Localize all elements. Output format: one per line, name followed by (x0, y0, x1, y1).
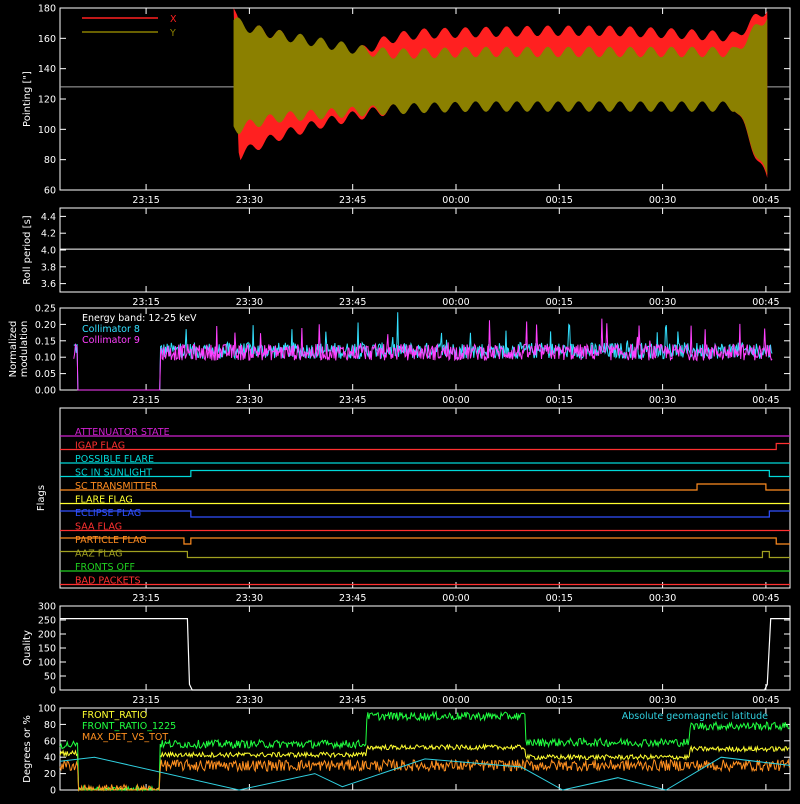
flag-label-sc-transmitter: SC TRANSMITTER (75, 481, 158, 492)
modulation-xtick-label: 00:00 (442, 395, 469, 406)
modulation-ylabel-line2: modulation (19, 321, 30, 378)
modulation-ytick-label: 0.25 (35, 304, 56, 315)
modulation-xtick-label: 00:15 (546, 395, 573, 406)
flag-label-aaz-flag: AAZ FLAG (75, 549, 122, 560)
chart-background (0, 0, 800, 800)
quality-ytick-label: 200 (38, 630, 56, 641)
roll-period-xtick-label: 00:00 (442, 297, 469, 308)
roll-period-ytick-label: 4.0 (41, 246, 56, 257)
modulation-ytick-label: 0.00 (35, 386, 56, 397)
flag-label-flare-flag: FLARE FLAG (75, 495, 133, 506)
flag-label-eclipse-flag: ECLIPSE FLAG (75, 508, 141, 519)
quality-ytick-label: 300 (38, 602, 56, 613)
pointing-ytick-label: 100 (38, 125, 56, 136)
flag-label-fronts-off: FRONTS OFF (75, 562, 135, 573)
quality-ytick-label: 250 (38, 616, 56, 627)
flags-xtick-label: 00:30 (649, 593, 676, 604)
geo-ytick-label: 100 (38, 704, 56, 715)
geo-ytick-label: 60 (44, 736, 56, 747)
pointing-ytick-label: 180 (38, 4, 56, 15)
quality-xtick-label: 23:15 (132, 695, 159, 706)
flags-xtick-label: 00:45 (752, 593, 779, 604)
roll-period-ytick-label: 4.2 (41, 229, 56, 240)
modulation-legend-9: Collimator 9 (82, 335, 140, 346)
geo-legend-front-ratio-1225: FRONT_RATIO_1225 (82, 721, 176, 732)
geo-ytick-label: 40 (44, 753, 56, 764)
pointing-xtick-label: 23:45 (339, 195, 366, 206)
flag-label-attenuator-state: ATTENUATOR STATE (75, 427, 170, 438)
quality-xtick-label: 00:15 (546, 695, 573, 706)
roll-period-ylabel: Roll period [s] (22, 215, 33, 284)
roll-period-xtick-label: 23:15 (132, 297, 159, 308)
quality-ytick-label: 100 (38, 658, 56, 669)
pointing-ytick-label: 60 (44, 186, 56, 197)
quality-ytick-label: 150 (38, 644, 56, 655)
pointing-ytick-label: 120 (38, 95, 56, 106)
flag-label-sc-in-sunlight: SC IN SUNLIGHT (75, 468, 152, 479)
pointing-xtick-label: 00:45 (752, 195, 779, 206)
geo-ytick-label: 80 (44, 720, 56, 731)
roll-period-xtick-label: 00:30 (649, 297, 676, 308)
geo-legend-max-det: MAX_DET_VS_TOT (82, 732, 168, 743)
modulation-ytick-label: 0.05 (35, 369, 56, 380)
geo-legend-front-ratio: FRONT_RATIO (82, 710, 147, 721)
flags-xtick-label: 00:15 (546, 593, 573, 604)
roll-period-xtick-label: 00:45 (752, 297, 779, 308)
flag-label-igap-flag: IGAP FLAG (75, 441, 125, 452)
pointing-ytick-label: 80 (44, 155, 56, 166)
quality-ytick-label: 0 (50, 686, 56, 697)
flag-label-possible-flare: POSSIBLE FLARE (75, 454, 154, 465)
geo-ytick-label: 0 (50, 786, 56, 797)
geo-ylabel: Degrees or % (22, 715, 33, 783)
pointing-xtick-label: 00:30 (649, 195, 676, 206)
flags-xtick-label: 23:15 (132, 593, 159, 604)
modulation-ytick-label: 0.20 (35, 320, 56, 331)
quality-xtick-label: 23:30 (236, 695, 263, 706)
pointing-ytick-label: 160 (38, 34, 56, 45)
modulation-xtick-label: 23:45 (339, 395, 366, 406)
quality-xtick-label: 00:30 (649, 695, 676, 706)
modulation-xtick-label: 23:15 (132, 395, 159, 406)
modulation-xtick-label: 23:30 (236, 395, 263, 406)
modulation-xtick-label: 00:45 (752, 395, 779, 406)
flags-xtick-label: 23:30 (236, 593, 263, 604)
hessi-summary-chart: 23:15 23:30 23:45 00:00 00:15 00:30 00:45 60 80 1… (0, 0, 800, 800)
modulation-legend-8: Collimator 8 (82, 324, 140, 335)
geo-ytick-label: 20 (44, 769, 56, 780)
modulation-ytick-label: 0.10 (35, 353, 56, 364)
modulation-xtick-label: 00:30 (649, 395, 676, 406)
flag-label-saa-flag: SAA FLAG (75, 522, 122, 533)
flags-xtick-label: 00:00 (442, 593, 469, 604)
quality-ytick-label: 50 (44, 672, 56, 683)
roll-period-xtick-label: 23:45 (339, 297, 366, 308)
modulation-ylabel-line1: Normalized (8, 321, 19, 378)
pointing-xtick-label: 23:15 (132, 195, 159, 206)
flags-ylabel: Flags (36, 485, 47, 511)
roll-period-xtick-label: 23:30 (236, 297, 263, 308)
modulation-energy-band: Energy band: 12-25 keV (82, 313, 197, 324)
roll-period-ytick-label: 3.6 (41, 279, 56, 290)
roll-period-xtick-label: 00:15 (546, 297, 573, 308)
quality-xtick-label: 00:45 (752, 695, 779, 706)
modulation-ytick-label: 0.15 (35, 336, 56, 347)
flag-label-bad-packets: BAD PACKETS (75, 576, 141, 587)
flag-label-particle-flag: PARTICLE FLAG (75, 535, 147, 546)
quality-xtick-label: 00:00 (442, 695, 469, 706)
pointing-legend-label-y: Y (169, 28, 176, 39)
pointing-ylabel: Pointing ["] (22, 71, 33, 127)
pointing-xtick-label: 23:30 (236, 195, 263, 206)
roll-period-ytick-label: 3.8 (41, 262, 56, 273)
pointing-xtick-label: 00:00 (442, 195, 469, 206)
flags-xtick-label: 23:45 (339, 593, 366, 604)
roll-period-ytick-label: 4.4 (41, 212, 56, 223)
pointing-legend-label-x: X (170, 14, 177, 25)
quality-xtick-label: 23:45 (339, 695, 366, 706)
pointing-xtick-label: 00:15 (546, 195, 573, 206)
geo-legend-geomag-latitude: Absolute geomagnetic latitude (622, 711, 768, 722)
pointing-ytick-label: 140 (38, 64, 56, 75)
quality-ylabel: Quality (22, 630, 33, 666)
